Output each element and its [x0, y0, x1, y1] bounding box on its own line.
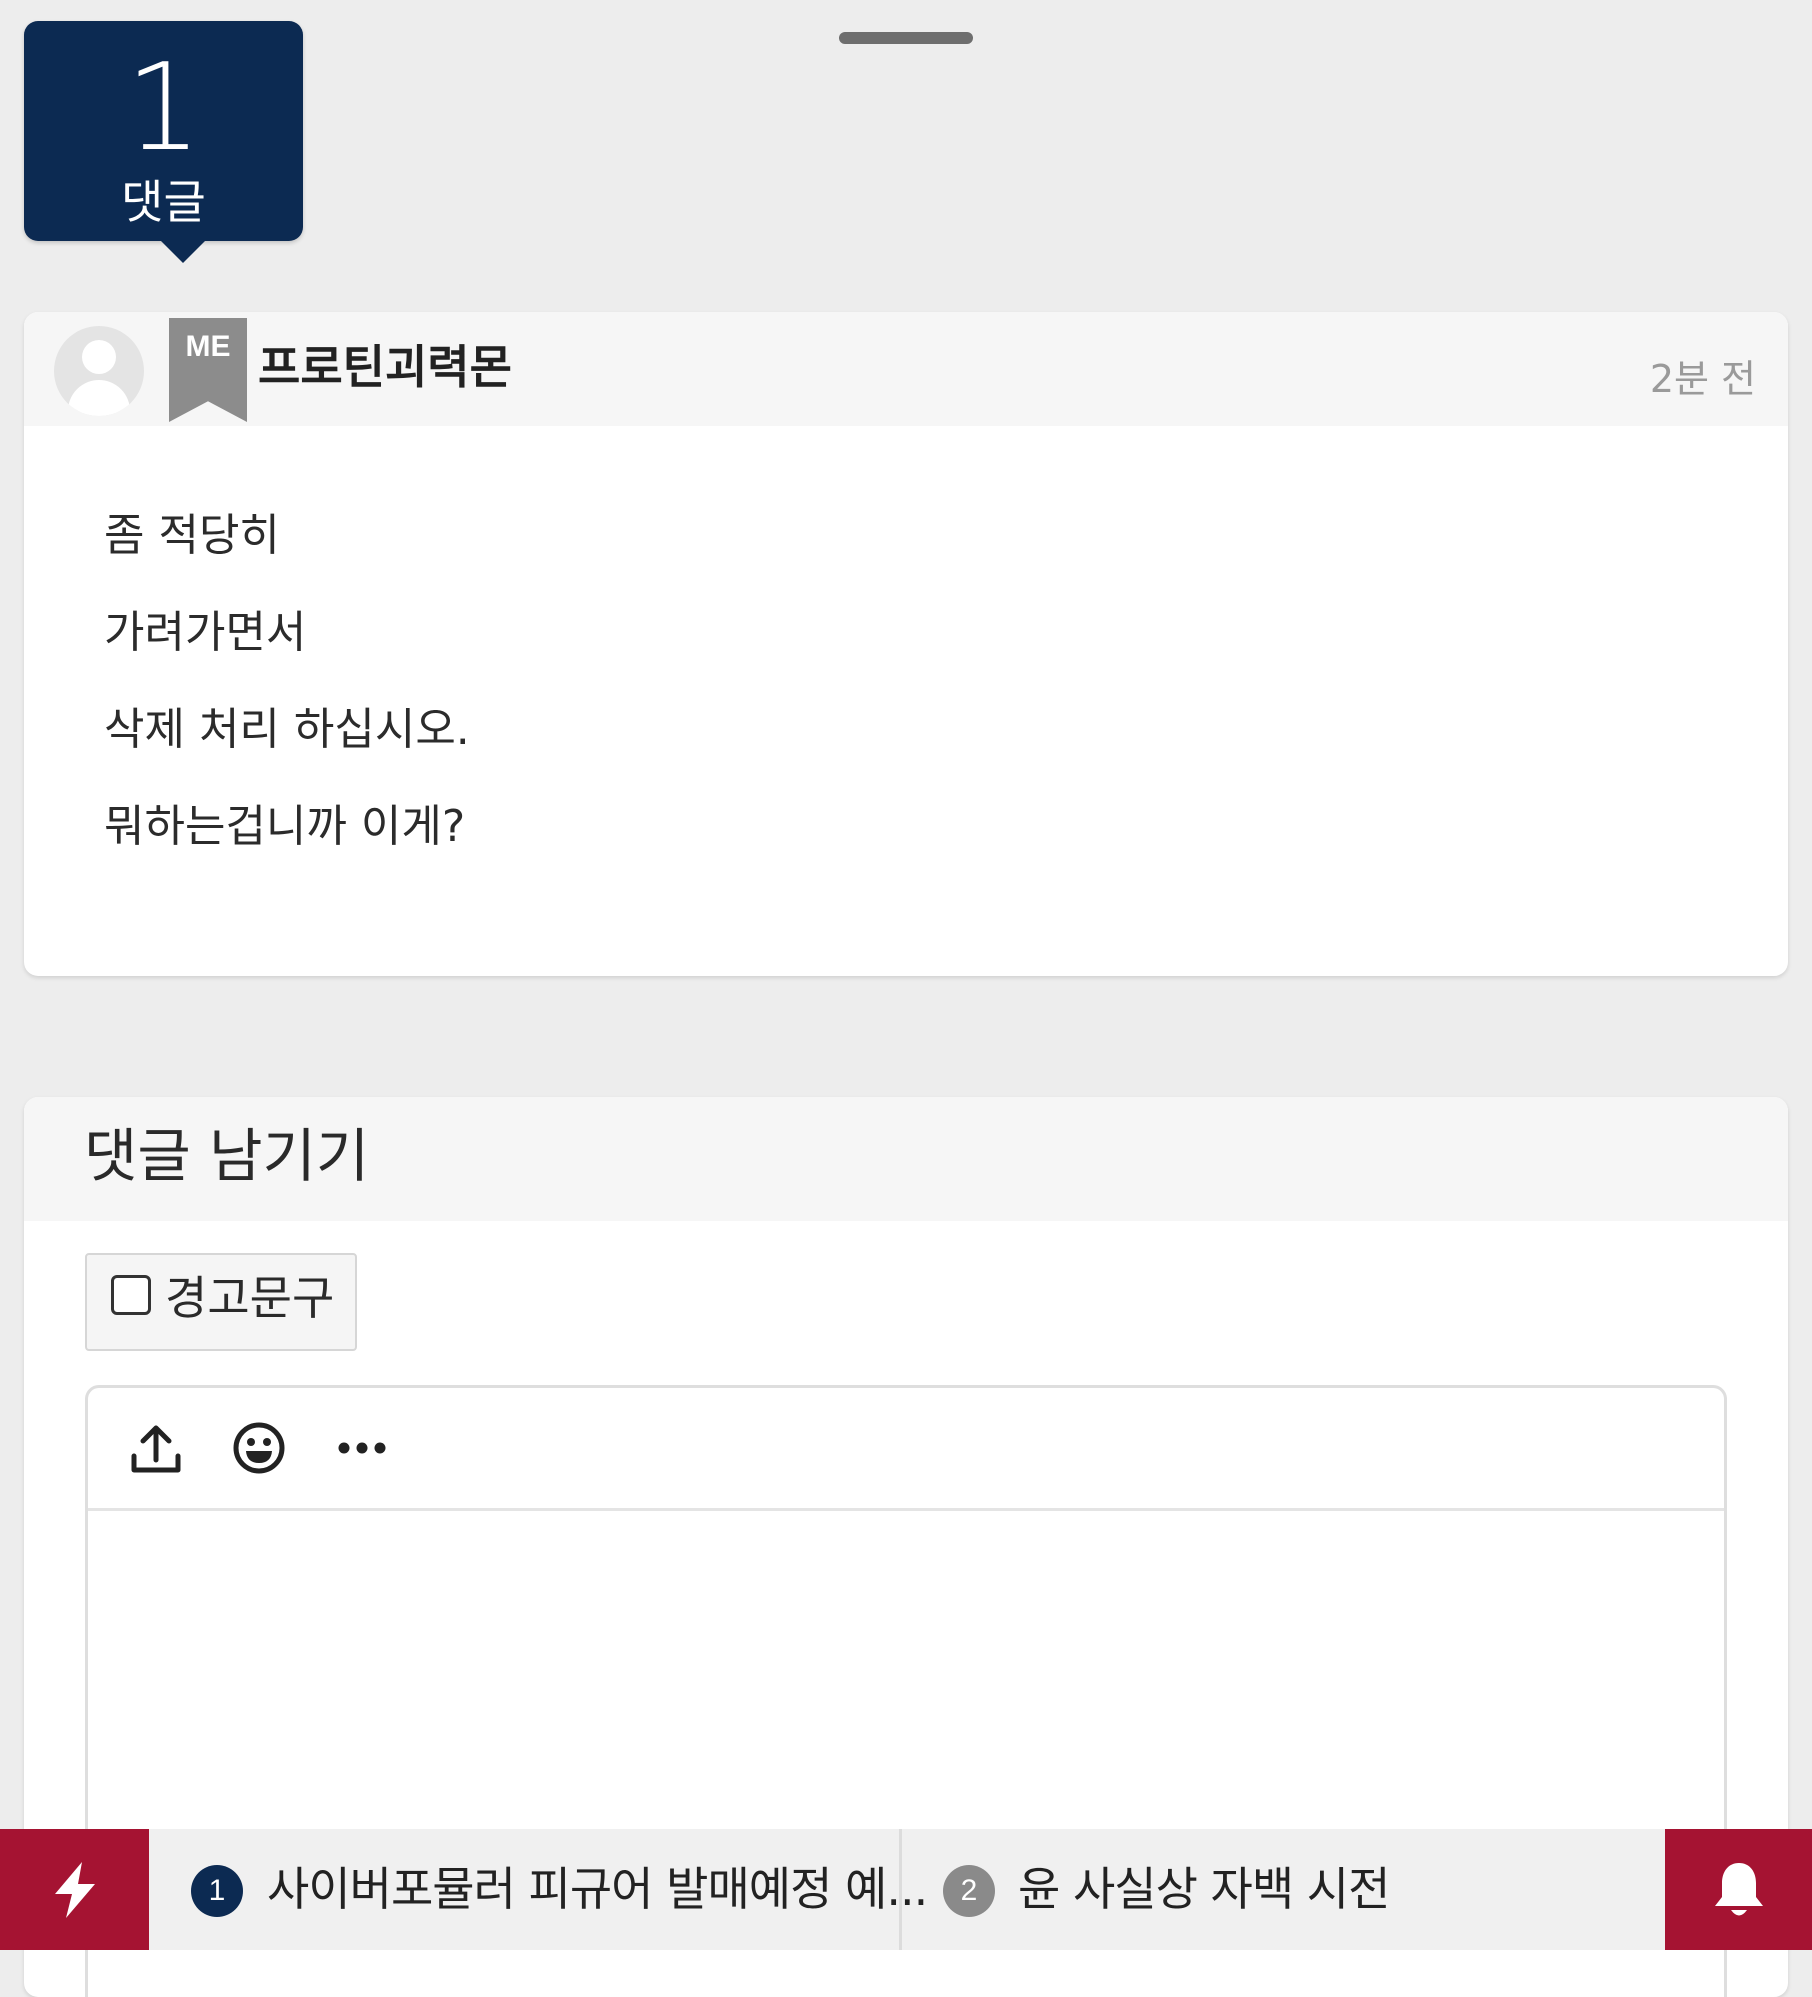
- comment-line: 좀 적당히: [104, 510, 280, 561]
- reply-header: 댓글 남기기: [24, 1097, 1788, 1221]
- drag-handle[interactable]: [839, 32, 973, 44]
- ticker-item-2[interactable]: 2 윤 사실상 자백 시전: [902, 1829, 1665, 1950]
- comment-count-label: 댓글: [121, 175, 206, 229]
- emoji-icon[interactable]: [229, 1418, 289, 1478]
- ticker-rank: 1: [191, 1865, 243, 1917]
- me-badge-text: ME: [185, 330, 231, 363]
- ticker-headline: 윤 사실상 자백 시전: [1018, 1862, 1390, 1916]
- comment-body: 좀 적당히 가려가면서 삭제 처리 하십시오. 뭐하는겁니까 이게?: [104, 512, 470, 900]
- warning-toggle[interactable]: 경고문구: [85, 1253, 357, 1351]
- ticker-rank: 2: [943, 1865, 995, 1917]
- ticker-item-1[interactable]: 1 사이버포뮬러 피규어 발매예정 예...: [149, 1829, 928, 1950]
- more-icon[interactable]: [332, 1418, 392, 1478]
- comment-count: 1: [125, 39, 202, 178]
- comment-header: ME 프로틴괴력몬 2분 전: [24, 312, 1788, 426]
- warning-checkbox[interactable]: [111, 1275, 151, 1315]
- me-bookmark-badge: ME: [169, 318, 247, 422]
- warning-label: 경고문구: [165, 1271, 335, 1325]
- comment-count-badge: 1 댓글: [24, 21, 303, 263]
- avatar[interactable]: [54, 326, 144, 416]
- comment-timestamp: 2분 전: [1649, 357, 1756, 401]
- comment-line: 가려가면서: [104, 607, 307, 658]
- comment-line: 뭐하는겁니까 이게?: [104, 801, 466, 852]
- upload-icon[interactable]: [126, 1418, 186, 1478]
- comment-author[interactable]: 프로틴괴력몬: [258, 342, 512, 393]
- notification-button[interactable]: [1665, 1829, 1812, 1950]
- comment-card: ME 프로틴괴력몬 2분 전 좀 적당히 가려가면서 삭제 처리 하십시오. 뭐…: [24, 312, 1788, 976]
- bottom-ticker-bar: 1 사이버포뮬러 피규어 발매예정 예... 2 윤 사실상 자백 시전: [0, 1829, 1812, 1950]
- editor-toolbar: [88, 1388, 1724, 1511]
- comment-line: 삭제 처리 하십시오.: [104, 704, 470, 755]
- bell-icon: [1715, 1863, 1763, 1916]
- flash-button[interactable]: [0, 1829, 149, 1950]
- reply-title: 댓글 남기기: [84, 1122, 370, 1190]
- ticker-headline: 사이버포뮬러 피규어 발매예정 예...: [267, 1862, 928, 1916]
- lightning-icon: [55, 1862, 95, 1918]
